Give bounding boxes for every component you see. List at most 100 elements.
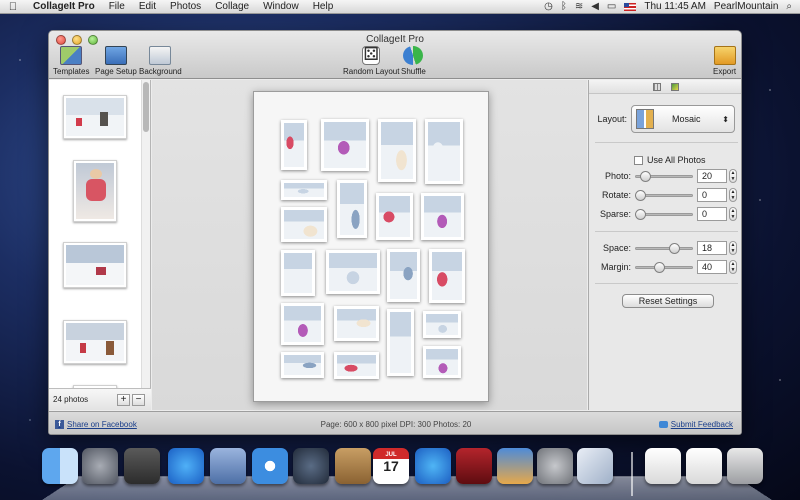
input-source-flag-icon[interactable] bbox=[624, 2, 637, 11]
photo-booth-icon[interactable] bbox=[456, 448, 492, 484]
collage-photo[interactable] bbox=[421, 193, 464, 240]
rotate-slider[interactable] bbox=[635, 189, 693, 201]
space-stepper[interactable]: ▲ ▼ bbox=[729, 241, 737, 255]
menu-photos[interactable]: Photos bbox=[163, 1, 208, 12]
collage-photo[interactable] bbox=[281, 120, 307, 170]
itunes-icon[interactable] bbox=[415, 448, 451, 484]
menu-file[interactable]: File bbox=[102, 1, 132, 12]
facetime-icon[interactable] bbox=[293, 448, 329, 484]
templates-button[interactable]: Templates bbox=[53, 46, 89, 76]
layout-tab-icon[interactable] bbox=[653, 82, 661, 91]
iphoto-icon[interactable] bbox=[497, 448, 533, 484]
background-button[interactable]: Background bbox=[139, 46, 182, 76]
remove-photo-button[interactable]: − bbox=[132, 393, 145, 406]
sparse-stepper[interactable]: ▲ ▼ bbox=[729, 207, 737, 221]
add-photo-button[interactable]: + bbox=[117, 393, 130, 406]
scrollbar-thumb[interactable] bbox=[143, 82, 149, 132]
margin-slider[interactable] bbox=[635, 261, 693, 273]
sparse-value-field[interactable]: 0 bbox=[697, 207, 727, 221]
collageit-icon[interactable] bbox=[577, 448, 613, 484]
collage-photo[interactable] bbox=[387, 249, 420, 302]
apple-menu-icon[interactable]:  bbox=[0, 1, 26, 13]
collage-photo[interactable] bbox=[281, 303, 324, 345]
thumbnail-list[interactable] bbox=[49, 80, 141, 388]
collage-photo[interactable] bbox=[334, 352, 379, 379]
menu-window[interactable]: Window bbox=[256, 1, 306, 12]
layout-select[interactable]: Mosaic ⬍ bbox=[631, 105, 735, 133]
space-value-field[interactable]: 18 bbox=[697, 241, 727, 255]
export-button[interactable]: Export bbox=[713, 46, 736, 76]
document-icon[interactable] bbox=[686, 448, 722, 484]
collage-page[interactable] bbox=[253, 91, 489, 402]
sparse-slider-knob[interactable] bbox=[635, 208, 646, 220]
page-setup-button[interactable]: Page Setup bbox=[95, 46, 137, 76]
shuffle-button[interactable]: Shuffle bbox=[401, 46, 426, 76]
trash-icon[interactable] bbox=[727, 448, 763, 484]
space-slider[interactable] bbox=[635, 242, 693, 254]
collage-photo[interactable] bbox=[281, 250, 315, 296]
collage-photo[interactable] bbox=[378, 119, 416, 182]
collage-photo[interactable] bbox=[281, 352, 324, 378]
collage-photo[interactable] bbox=[423, 311, 461, 338]
menu-user[interactable]: PearlMountain bbox=[714, 1, 778, 12]
collage-photo[interactable] bbox=[387, 309, 414, 376]
menu-help[interactable]: Help bbox=[306, 1, 341, 12]
battery-icon[interactable]: ▭ bbox=[607, 1, 616, 12]
finder-icon[interactable] bbox=[42, 448, 78, 484]
photo-thumbnail[interactable] bbox=[63, 95, 127, 139]
menu-collage[interactable]: Collage bbox=[208, 1, 256, 12]
photo-slider[interactable] bbox=[635, 170, 693, 182]
time-machine-icon[interactable]: ◷ bbox=[544, 1, 553, 12]
margin-stepper[interactable]: ▲ ▼ bbox=[729, 260, 737, 274]
volume-icon[interactable]: ◀ bbox=[591, 1, 599, 12]
photo-tab-icon[interactable] bbox=[671, 82, 679, 91]
collage-photo[interactable] bbox=[281, 207, 327, 242]
submit-feedback-link[interactable]: Submit Feedback bbox=[658, 420, 733, 429]
reset-settings-button[interactable]: Reset Settings bbox=[622, 294, 714, 308]
menu-app-name[interactable]: CollageIt Pro bbox=[26, 1, 102, 12]
address-book-icon[interactable] bbox=[335, 448, 371, 484]
wifi-icon[interactable]: ≋ bbox=[575, 1, 583, 12]
photo-value-field[interactable]: 20 bbox=[697, 169, 727, 183]
menu-clock[interactable]: Thu 11:45 AM bbox=[644, 1, 706, 12]
photo-slider-knob[interactable] bbox=[639, 170, 651, 182]
mission-control-icon[interactable] bbox=[124, 448, 160, 484]
rotate-slider-knob[interactable] bbox=[635, 189, 646, 201]
random-layout-label: Random Layout bbox=[343, 67, 400, 76]
collage-photo[interactable] bbox=[376, 193, 413, 240]
photo-thumbnail[interactable] bbox=[63, 242, 127, 288]
collage-photo[interactable] bbox=[429, 249, 465, 303]
photo-thumbnail[interactable] bbox=[73, 160, 117, 222]
rotate-stepper[interactable]: ▲ ▼ bbox=[729, 188, 737, 202]
ical-icon[interactable]: JUL 17 bbox=[373, 448, 409, 484]
document-icon[interactable] bbox=[645, 448, 681, 484]
collage-photo[interactable] bbox=[326, 250, 380, 294]
margin-slider-knob[interactable] bbox=[654, 261, 666, 273]
bluetooth-icon[interactable]: ᛒ bbox=[561, 1, 567, 12]
rotate-label: Rotate: bbox=[601, 190, 631, 200]
sparse-slider[interactable] bbox=[635, 208, 693, 220]
collage-photo[interactable] bbox=[281, 180, 327, 200]
mosaic-layout-icon bbox=[636, 109, 654, 129]
photo-stepper[interactable]: ▲ ▼ bbox=[729, 169, 737, 183]
collage-photo[interactable] bbox=[337, 180, 367, 238]
collage-photo[interactable] bbox=[423, 346, 461, 378]
use-all-photos-checkbox[interactable] bbox=[634, 155, 643, 165]
mail-icon[interactable] bbox=[210, 448, 246, 484]
collage-photo[interactable] bbox=[321, 119, 369, 171]
menu-edit[interactable]: Edit bbox=[132, 1, 163, 12]
use-all-photos-row[interactable]: Use All Photos bbox=[589, 155, 741, 165]
launchpad-icon[interactable] bbox=[82, 448, 118, 484]
collage-photo[interactable] bbox=[334, 306, 379, 341]
spotlight-icon[interactable]: ⌕ bbox=[786, 1, 792, 12]
photo-thumbnail[interactable] bbox=[63, 320, 127, 364]
margin-value-field[interactable]: 40 bbox=[697, 260, 727, 274]
space-slider-knob[interactable] bbox=[668, 242, 680, 254]
safari-icon[interactable] bbox=[252, 448, 288, 484]
rotate-value-field[interactable]: 0 bbox=[697, 188, 727, 202]
app-store-icon[interactable] bbox=[168, 448, 204, 484]
system-preferences-icon[interactable] bbox=[537, 448, 573, 484]
thumbnail-scrollbar[interactable] bbox=[141, 80, 150, 388]
random-layout-button[interactable]: Random Layout bbox=[343, 44, 400, 76]
collage-photo[interactable] bbox=[425, 119, 463, 184]
